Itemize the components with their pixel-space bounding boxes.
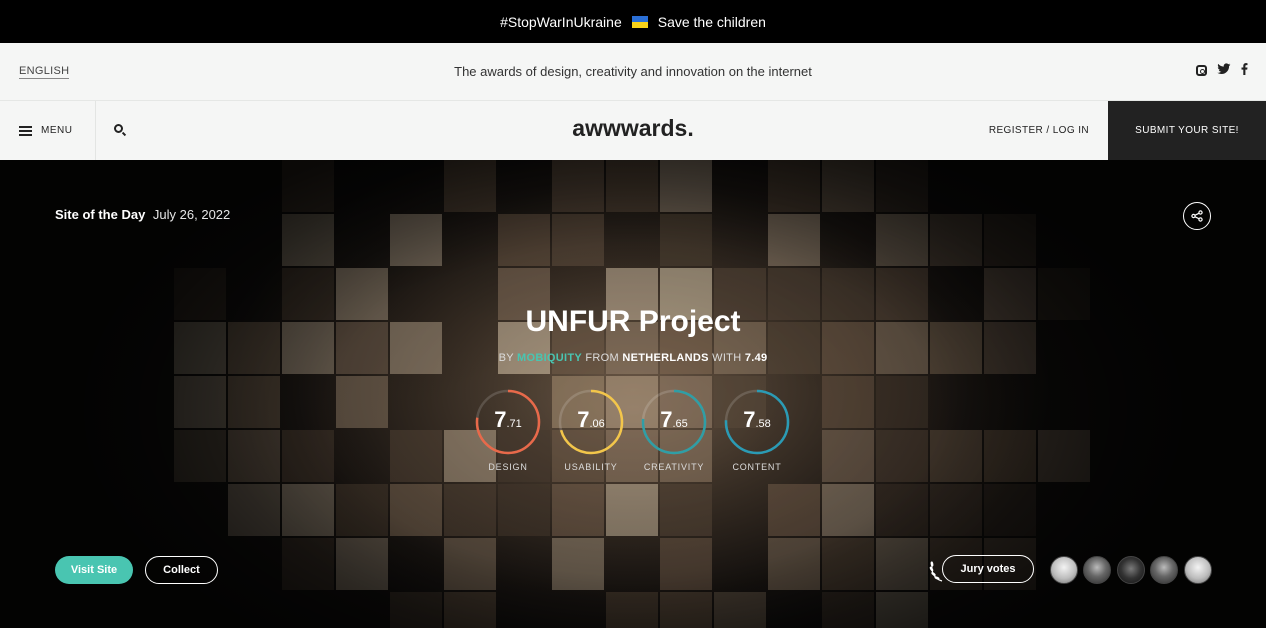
country: NETHERLANDS [622,352,709,364]
register-login-link[interactable]: REGISTER / LOG IN [989,125,1089,136]
score-whole: 7 [577,407,590,432]
twitter-icon[interactable] [1217,63,1231,78]
from-label: FROM [585,352,619,364]
search-icon[interactable] [114,124,127,137]
banner-save-children: Save the children [657,13,766,30]
score-decimal: .58 [755,418,771,430]
score-decimal: .71 [506,418,522,430]
score-label: USABILITY [564,462,618,472]
score-creativity: 7.65 CREATIVITY [640,388,708,472]
main-nav: MENU awwwards. REGISTER / LOG IN SUBMIT … [0,101,1266,160]
jury-votes-button[interactable]: Jury votes [942,555,1034,583]
site-of-the-day: Site of the Day July 26, 2022 [55,207,230,222]
jury-avatar[interactable] [1117,556,1145,584]
score-decimal: .06 [589,418,605,430]
menu-label: MENU [41,125,73,136]
overall-score: 7.49 [744,352,768,364]
language-selector[interactable]: ENGLISH [19,65,70,79]
score-label: CREATIVITY [643,462,705,472]
instagram-icon[interactable] [1196,65,1207,76]
jury-avatar[interactable] [1050,556,1078,584]
score-usability: 7.06 USABILITY [557,388,625,472]
share-icon[interactable] [1183,202,1211,230]
ukraine-flag-icon [631,15,648,28]
score-whole: 7 [660,407,673,432]
ukraine-banner[interactable]: #StopWarInUkraine Save the children [0,0,1266,43]
jury-avatar[interactable] [1083,556,1111,584]
hamburger-icon [19,125,32,136]
menu-button[interactable]: MENU [0,101,96,160]
site-title: UNFUR Project [525,305,741,338]
jury-votes: Jury votes [928,555,1038,585]
score-label: DESIGN [488,462,528,472]
jury-avatars [1050,556,1215,584]
score-design: 7.71 DESIGN [474,388,542,472]
social-links [1196,63,1248,78]
jury-avatar[interactable] [1184,556,1212,584]
score-whole: 7 [743,407,756,432]
award-date: July 26, 2022 [152,207,231,222]
score-content: 7.58 CONTENT [723,388,791,472]
visit-site-button[interactable]: Visit Site [55,556,133,584]
score-circles: 7.71 DESIGN 7.06 USABILITY 7.65 CREATIVI… [474,388,794,480]
hero-section: Site of the Day July 26, 2022 UNFUR Proj… [0,160,1266,628]
submit-site-button[interactable]: SUBMIT YOUR SITE! [1108,101,1266,160]
maker-link[interactable]: MOBIQUITY [517,352,582,364]
score-label: CONTENT [732,462,782,472]
tagline: The awards of design, creativity and inn… [454,64,812,79]
info-bar: ENGLISH The awards of design, creativity… [0,43,1266,101]
by-label: BY [498,352,514,364]
jury-avatar[interactable] [1150,556,1178,584]
collect-button[interactable]: Collect [145,556,218,584]
score-decimal: .65 [672,418,688,430]
score-whole: 7 [494,407,507,432]
facebook-icon[interactable] [1241,63,1248,78]
site-byline: BY MOBIQUITY FROM NETHERLANDS WITH 7.49 [0,352,1266,364]
banner-hashtag: #StopWarInUkraine [500,13,622,30]
with-label: WITH [712,352,742,364]
award-label: Site of the Day [55,207,146,222]
